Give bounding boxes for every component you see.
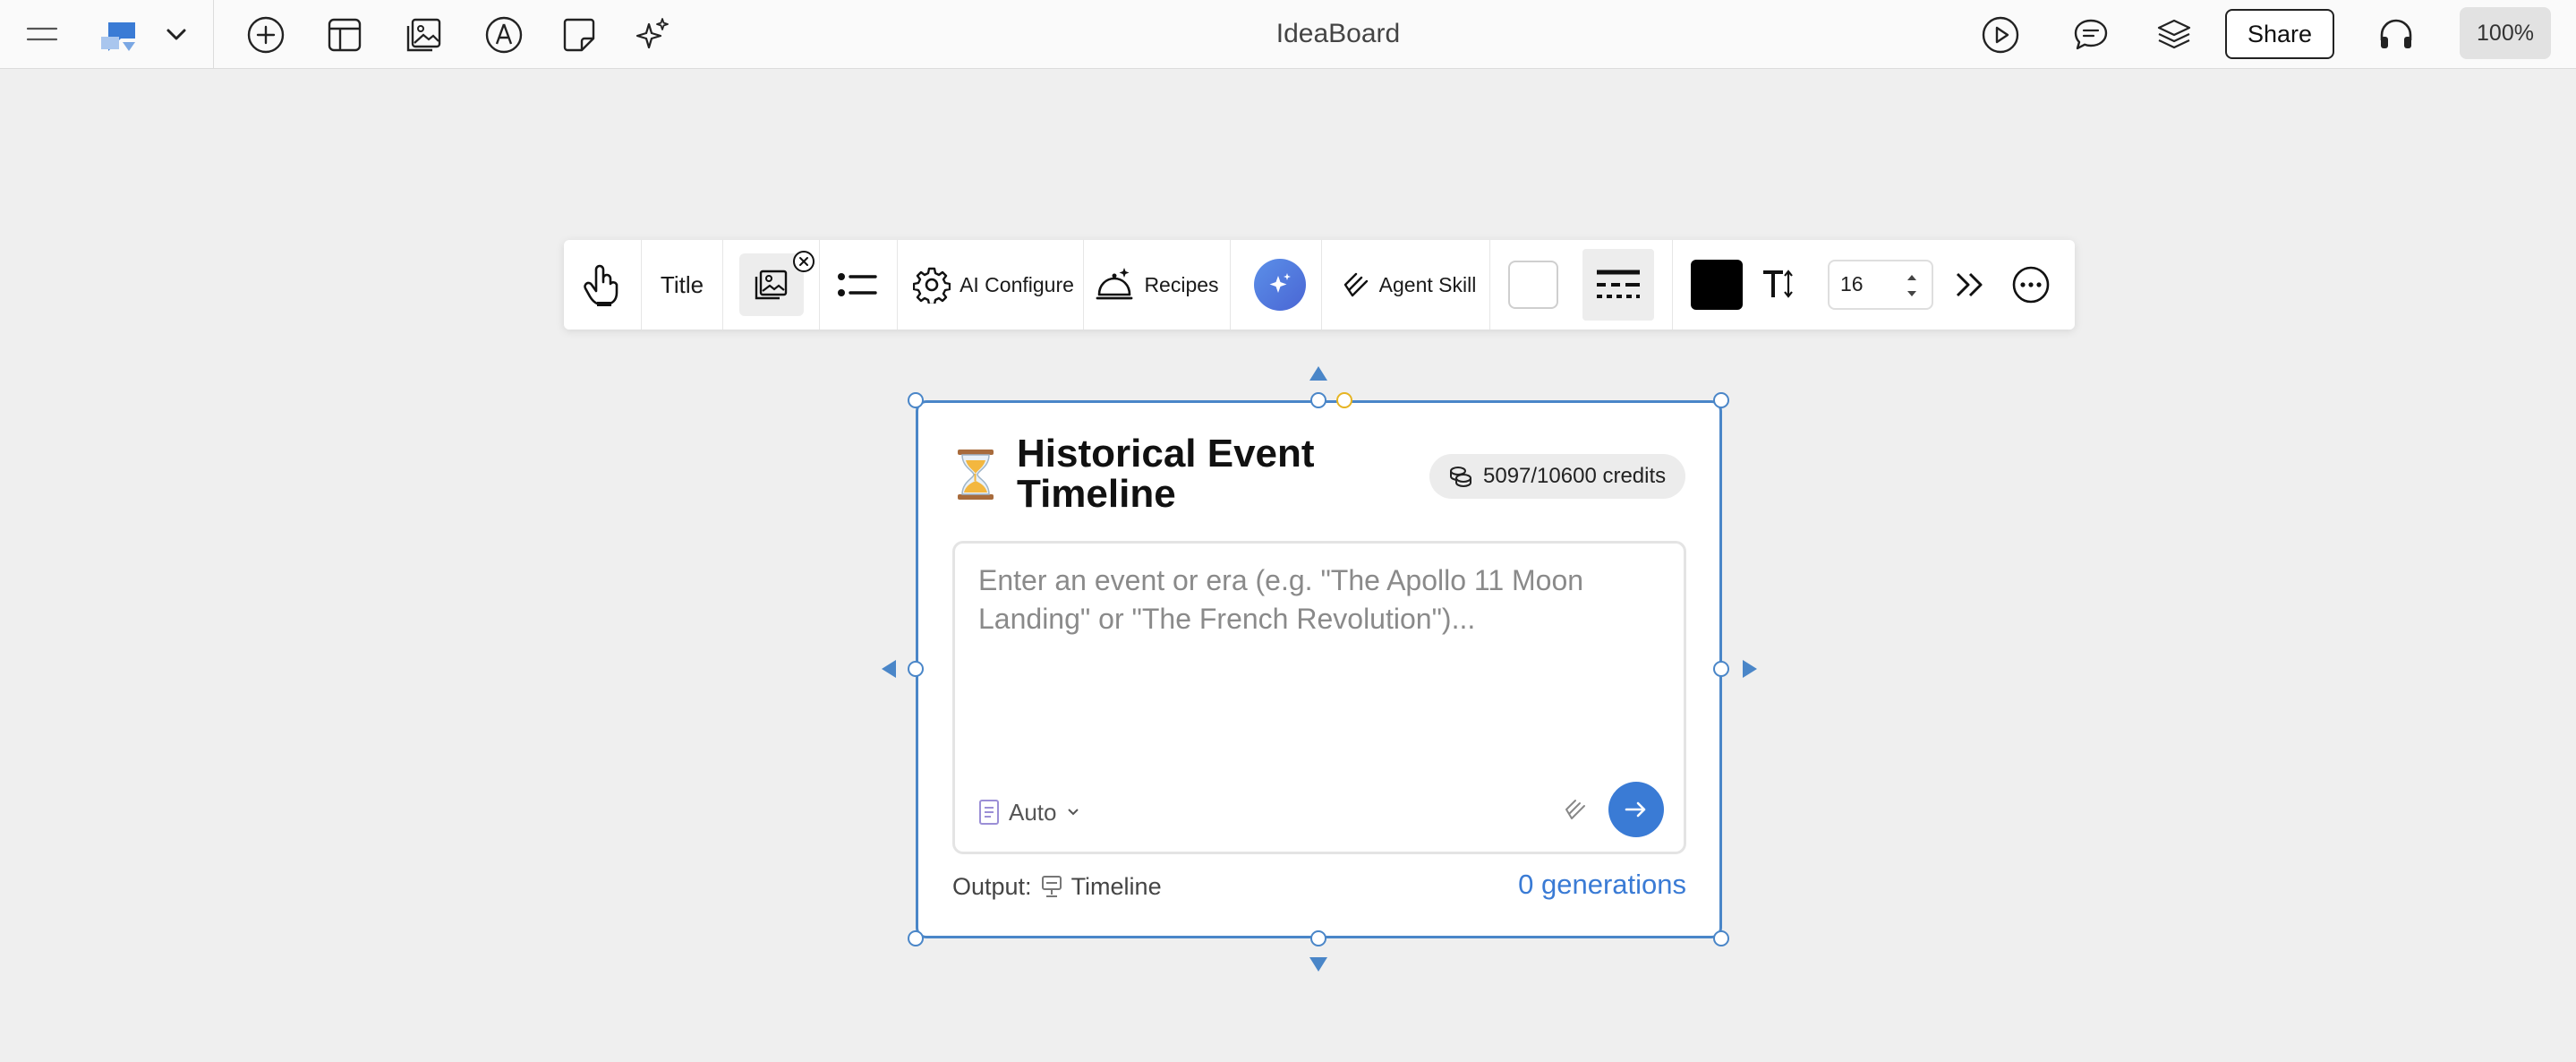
card-title: Historical Event Timeline <box>1017 432 1315 516</box>
hourglass-icon <box>951 448 1001 501</box>
sticky-note-icon[interactable] <box>557 13 601 57</box>
output-label: Output: <box>952 872 1032 900</box>
line-style-icon <box>1597 270 1640 298</box>
resize-handle-left[interactable] <box>908 661 924 677</box>
chevron-down-icon[interactable] <box>154 13 199 57</box>
layout-icon[interactable] <box>322 13 367 57</box>
border-style-button[interactable] <box>1582 240 1654 330</box>
image-gallery-icon[interactable] <box>401 13 446 57</box>
layers-icon[interactable] <box>2152 13 2196 57</box>
connector-arrow-right-icon[interactable] <box>1742 659 1758 679</box>
coins-icon <box>1450 467 1471 488</box>
generations-link[interactable]: 0 generations <box>1468 869 1686 901</box>
font-size-value: 16 <box>1840 272 1864 295</box>
hand-pointer-icon[interactable] <box>571 240 634 330</box>
output-type: Timeline <box>1070 872 1162 900</box>
connector-arrow-down-icon[interactable] <box>1309 956 1328 972</box>
share-button[interactable]: Share <box>2225 9 2334 59</box>
ai-configure-button[interactable]: AI Configure <box>906 240 1081 330</box>
text-size-icon[interactable] <box>1754 240 1804 330</box>
double-chevron-right-icon[interactable] <box>1946 240 1994 330</box>
text-color-swatch[interactable] <box>1690 240 1744 330</box>
arrow-right-icon <box>1625 801 1646 818</box>
ai-magic-button[interactable] <box>1244 240 1316 330</box>
board-logo-icon[interactable] <box>97 13 141 57</box>
recipes-label: Recipes <box>1144 272 1219 296</box>
send-button[interactable] <box>1608 782 1664 837</box>
mode-label: Auto <box>1009 798 1057 826</box>
title-button[interactable]: Title <box>642 240 722 330</box>
connector-arrow-left-icon[interactable] <box>881 659 897 679</box>
resize-handle-bottom-right[interactable] <box>1713 930 1729 946</box>
topbar-divider <box>213 0 214 69</box>
top-bar: IdeaBoard Share 100% <box>0 0 2576 69</box>
comment-icon[interactable] <box>2068 13 2113 57</box>
document-icon <box>979 800 999 825</box>
resize-handle-top-left[interactable] <box>908 392 924 408</box>
gear-icon <box>913 267 951 304</box>
ai-configure-label: AI Configure <box>960 272 1074 296</box>
font-size-stepper[interactable]: 16 <box>1828 240 1933 330</box>
headphones-icon[interactable] <box>2374 13 2418 57</box>
skill-attach-icon[interactable] <box>1564 798 1587 821</box>
prompt-container: Auto <box>952 541 1686 854</box>
resize-handle-top[interactable] <box>1310 392 1326 408</box>
close-circle-icon[interactable] <box>791 249 816 274</box>
agent-skill-button[interactable]: Agent Skill <box>1330 240 1488 330</box>
connector-arrow-up-icon[interactable] <box>1309 365 1328 381</box>
list-icon[interactable] <box>820 240 895 330</box>
element-toolbar: Title AI Configure Recipes Agent Skill 1… <box>564 240 2075 330</box>
app-title: IdeaBoard <box>1275 19 1401 48</box>
rotate-handle[interactable] <box>1336 392 1352 408</box>
recipes-button[interactable]: Recipes <box>1090 240 1224 330</box>
mode-select[interactable]: Auto <box>978 794 1080 830</box>
resize-handle-bottom[interactable] <box>1310 930 1326 946</box>
zoom-level[interactable]: 100% <box>2460 7 2551 59</box>
resize-handle-top-right[interactable] <box>1713 392 1729 408</box>
cloche-icon <box>1096 268 1133 300</box>
resize-handle-bottom-left[interactable] <box>908 930 924 946</box>
more-options-icon[interactable] <box>2003 240 2059 330</box>
fill-color-swatch[interactable] <box>1504 240 1563 330</box>
resize-handle-right[interactable] <box>1713 661 1729 677</box>
event-prompt-input[interactable] <box>978 561 1659 669</box>
chevron-down-icon <box>1067 809 1079 816</box>
image-card-icon <box>755 270 788 300</box>
credits-label: 5097/10600 credits <box>1483 464 1667 488</box>
output-info: Output: Timeline <box>952 870 1162 903</box>
add-circle-icon[interactable] <box>243 13 288 57</box>
timeline-icon <box>1041 876 1062 897</box>
sparkles-icon[interactable] <box>630 13 675 57</box>
menu-icon[interactable] <box>20 13 64 57</box>
credits-badge: 5097/10600 credits <box>1429 454 1685 499</box>
magic-sparkle-icon <box>1269 273 1291 293</box>
agent-skill-label: Agent Skill <box>1378 272 1477 296</box>
pen-circle-icon[interactable] <box>482 13 526 57</box>
stepper-arrows-icon[interactable] <box>1905 270 1919 301</box>
agent-skill-icon <box>1343 272 1368 297</box>
play-icon[interactable] <box>1978 13 2023 57</box>
